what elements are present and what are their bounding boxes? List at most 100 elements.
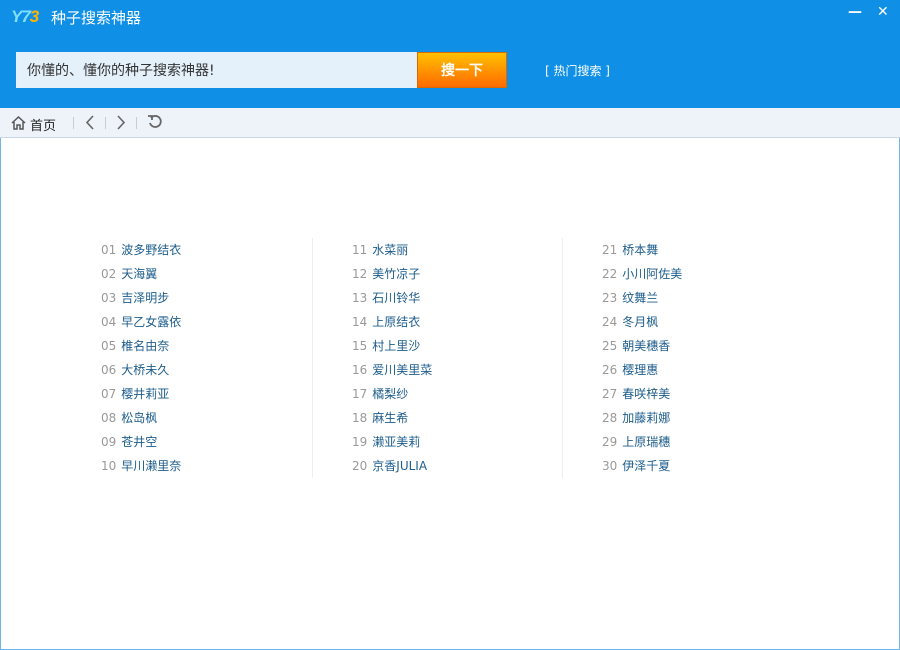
column-divider: [562, 238, 563, 478]
item-link[interactable]: 大桥未久: [121, 363, 169, 377]
item-number: 13: [352, 291, 368, 305]
item-number: 10: [101, 459, 117, 473]
hot-search-link[interactable]: [ 热门搜索 ]: [545, 62, 610, 79]
item-link[interactable]: 濑亚美莉: [372, 435, 420, 449]
item-number: 28: [602, 411, 618, 425]
back-icon[interactable]: [85, 115, 95, 130]
item-link[interactable]: 京香JULIA: [372, 459, 427, 473]
close-button[interactable]: ✕: [877, 4, 889, 20]
item-number: 30: [602, 459, 618, 473]
list-item[interactable]: 15 村上里沙: [352, 334, 552, 358]
list-item[interactable]: 22 小川阿佐美: [602, 262, 802, 286]
item-link[interactable]: 爱川美里菜: [372, 363, 432, 377]
list-column: 21 桥本舞 22 小川阿佐美 23 纹舞兰 24 冬月枫 25 朝美穗香 26 樱理惠 27 春咲梓美 2…: [602, 238, 802, 478]
list-item[interactable]: 13 石川铃华: [352, 286, 552, 310]
item-number: 20: [352, 459, 368, 473]
list-item[interactable]: 26 樱理惠: [602, 358, 802, 382]
item-link[interactable]: 朝美穗香: [622, 339, 670, 353]
list-item[interactable]: 29 上原瑞穗: [602, 430, 802, 454]
home-icon[interactable]: [11, 115, 26, 130]
item-link[interactable]: 加藤莉娜: [622, 411, 670, 425]
list-item[interactable]: 14 上原结衣: [352, 310, 552, 334]
item-link[interactable]: 樱理惠: [622, 363, 658, 377]
list-item[interactable]: 11 水菜丽: [352, 238, 552, 262]
item-link[interactable]: 桥本舞: [622, 243, 658, 257]
list-item[interactable]: 17 橘梨纱: [352, 382, 552, 406]
search-input[interactable]: [16, 52, 417, 88]
toolbar: 首页: [0, 108, 900, 138]
item-number: 14: [352, 315, 368, 329]
item-link[interactable]: 麻生希: [372, 411, 408, 425]
list-item[interactable]: 10 早川濑里奈: [101, 454, 301, 478]
item-number: 01: [101, 243, 117, 257]
item-number: 27: [602, 387, 618, 401]
list-item[interactable]: 27 春咲梓美: [602, 382, 802, 406]
app-title: 种子搜索神器: [51, 9, 142, 27]
item-number: 12: [352, 267, 368, 281]
list-item[interactable]: 09 苍井空: [101, 430, 301, 454]
item-number: 24: [602, 315, 618, 329]
item-number: 22: [602, 267, 618, 281]
content-area: 01 波多野结衣 02 天海翼 03 吉泽明步 04 早乙女露依 05 椎名由奈 06 大桥未久 07 樱…: [0, 138, 900, 650]
item-link[interactable]: 春咲梓美: [622, 387, 670, 401]
item-link[interactable]: 小川阿佐美: [622, 267, 682, 281]
list-item[interactable]: 30 伊泽千夏: [602, 454, 802, 478]
list-item[interactable]: 07 樱井莉亚: [101, 382, 301, 406]
item-link[interactable]: 伊泽千夏: [622, 459, 670, 473]
item-link[interactable]: 村上里沙: [372, 339, 420, 353]
item-number: 07: [101, 387, 117, 401]
item-link[interactable]: 椎名由奈: [121, 339, 169, 353]
app-logo: Y73: [11, 7, 39, 26]
item-link[interactable]: 早乙女露依: [121, 315, 181, 329]
list-item[interactable]: 23 纹舞兰: [602, 286, 802, 310]
item-link[interactable]: 橘梨纱: [372, 387, 408, 401]
item-number: 04: [101, 315, 117, 329]
list-column: 01 波多野结衣 02 天海翼 03 吉泽明步 04 早乙女露依 05 椎名由奈 06 大桥未久 07 樱…: [101, 238, 301, 478]
item-link[interactable]: 纹舞兰: [622, 291, 658, 305]
item-number: 05: [101, 339, 117, 353]
item-link[interactable]: 上原结衣: [372, 315, 420, 329]
list-item[interactable]: 12 美竹凉子: [352, 262, 552, 286]
list-item[interactable]: 05 椎名由奈: [101, 334, 301, 358]
item-link[interactable]: 松岛枫: [121, 411, 157, 425]
search-button[interactable]: 搜一下: [417, 52, 507, 88]
item-number: 11: [352, 243, 368, 257]
item-link[interactable]: 樱井莉亚: [121, 387, 169, 401]
list-item[interactable]: 24 冬月枫: [602, 310, 802, 334]
item-link[interactable]: 上原瑞穗: [622, 435, 670, 449]
list-item[interactable]: 02 天海翼: [101, 262, 301, 286]
minimize-button[interactable]: —: [848, 4, 862, 20]
item-link[interactable]: 波多野结衣: [121, 243, 181, 257]
list-item[interactable]: 19 濑亚美莉: [352, 430, 552, 454]
home-link[interactable]: 首页: [30, 115, 56, 134]
refresh-icon[interactable]: [147, 114, 163, 130]
list-item[interactable]: 04 早乙女露依: [101, 310, 301, 334]
item-link[interactable]: 水菜丽: [372, 243, 408, 257]
list-item[interactable]: 03 吉泽明步: [101, 286, 301, 310]
list-item[interactable]: 01 波多野结衣: [101, 238, 301, 262]
item-number: 26: [602, 363, 618, 377]
list-item[interactable]: 18 麻生希: [352, 406, 552, 430]
divider: [73, 117, 74, 129]
list-item[interactable]: 28 加藤莉娜: [602, 406, 802, 430]
item-number: 06: [101, 363, 117, 377]
list-item[interactable]: 06 大桥未久: [101, 358, 301, 382]
item-number: 08: [101, 411, 117, 425]
item-link[interactable]: 苍井空: [121, 435, 157, 449]
forward-icon[interactable]: [116, 115, 126, 130]
item-link[interactable]: 冬月枫: [622, 315, 658, 329]
item-link[interactable]: 早川濑里奈: [121, 459, 181, 473]
list-item[interactable]: 08 松岛枫: [101, 406, 301, 430]
list-item[interactable]: 16 爱川美里菜: [352, 358, 552, 382]
item-number: 17: [352, 387, 368, 401]
item-number: 03: [101, 291, 117, 305]
item-link[interactable]: 美竹凉子: [372, 267, 420, 281]
item-link[interactable]: 石川铃华: [372, 291, 420, 305]
list-item[interactable]: 21 桥本舞: [602, 238, 802, 262]
item-number: 09: [101, 435, 117, 449]
list-item[interactable]: 20 京香JULIA: [352, 454, 552, 478]
list-item[interactable]: 25 朝美穗香: [602, 334, 802, 358]
item-link[interactable]: 天海翼: [121, 267, 157, 281]
divider: [136, 117, 137, 129]
item-link[interactable]: 吉泽明步: [121, 291, 169, 305]
